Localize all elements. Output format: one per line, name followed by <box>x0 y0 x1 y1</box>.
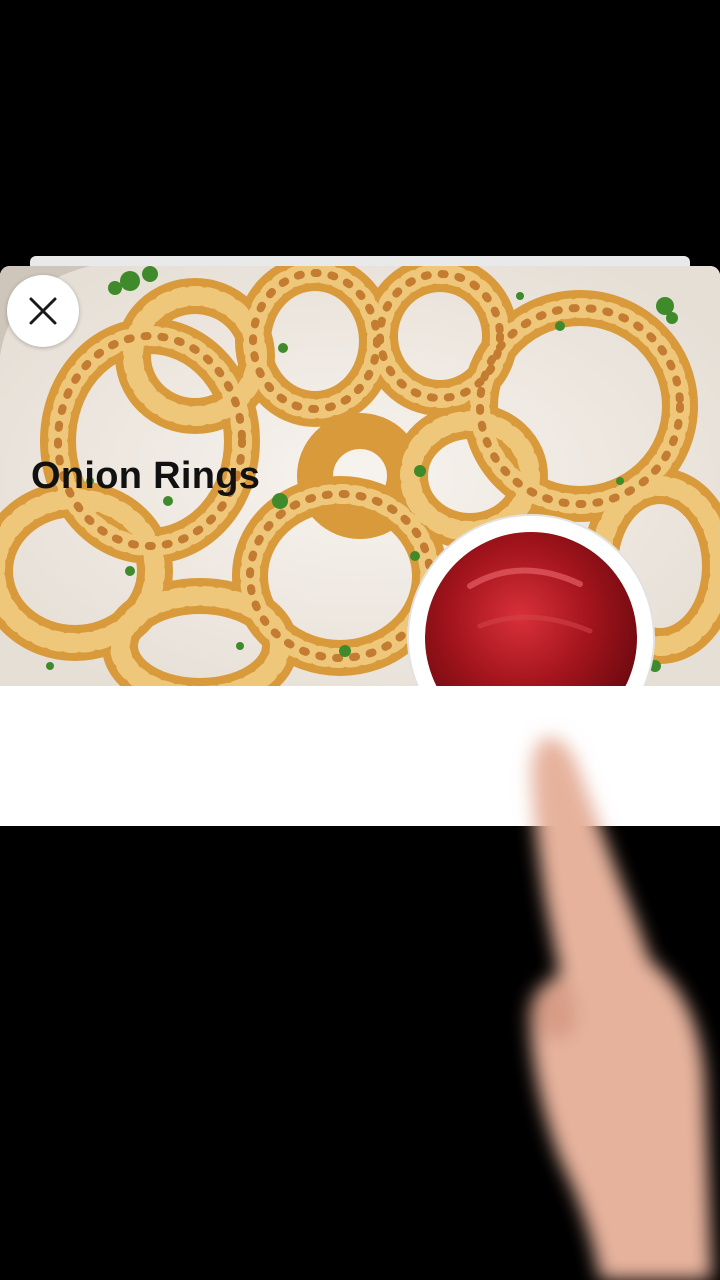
title-area <box>0 686 720 826</box>
recipe-title: Onion Rings <box>31 455 261 497</box>
app-screen: Onion Rings <box>0 0 720 1280</box>
close-button[interactable] <box>7 275 79 347</box>
close-icon <box>29 297 57 325</box>
recipe-card[interactable] <box>0 266 720 826</box>
